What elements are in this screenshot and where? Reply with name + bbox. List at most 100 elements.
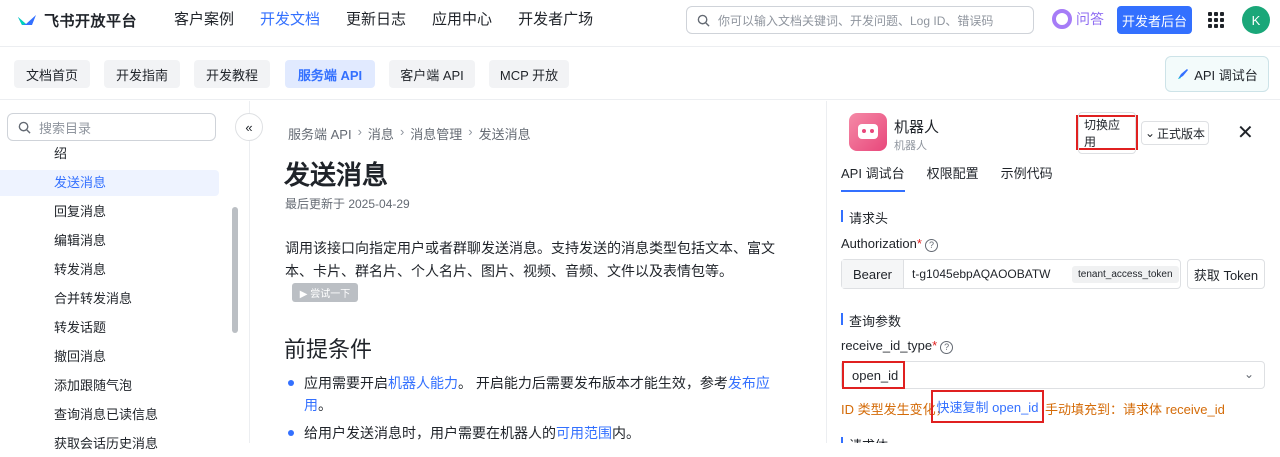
- collapse-sidebar-button[interactable]: «: [235, 113, 263, 141]
- text: 应用需要开启: [304, 375, 388, 391]
- developer-console-button[interactable]: 开发者后台: [1117, 6, 1192, 34]
- apps-grid-icon[interactable]: [1208, 12, 1224, 28]
- receive-id-type-value: open_id: [842, 361, 905, 389]
- sidebar-item[interactable]: 回复消息: [0, 199, 219, 225]
- sidebar-item[interactable]: 绍: [0, 141, 219, 167]
- close-icon[interactable]: ✕: [1237, 120, 1254, 145]
- user-avatar[interactable]: K: [1242, 6, 1270, 34]
- rocket-icon: [1178, 69, 1189, 79]
- bot-capability-link[interactable]: 机器人能力: [388, 375, 458, 391]
- app-subtitle: 机器人: [894, 140, 927, 152]
- nav-docs[interactable]: 开发文档: [260, 0, 320, 40]
- api-console-label: API 调试台: [1194, 67, 1258, 83]
- api-console-button[interactable]: API 调试台: [1165, 56, 1269, 92]
- last-updated: 最后更新于 2025-04-29: [285, 197, 410, 211]
- qa-button[interactable]: 问答: [1052, 9, 1104, 29]
- authorization-label: Authorization*?: [841, 236, 938, 252]
- doc-content: 服务端 API › 消息 › 消息管理 › 发送消息 发送消息 最后更新于 20…: [250, 101, 826, 443]
- feishu-logo-icon: [18, 15, 36, 25]
- prerequisites-heading: 前提条件: [284, 337, 373, 362]
- token-type-badge[interactable]: tenant_access_token: [1072, 265, 1179, 283]
- text: 内。: [612, 425, 640, 441]
- nav-developer-square[interactable]: 开发者广场: [518, 0, 593, 40]
- chevron-right-icon: ›: [357, 124, 362, 139]
- authorization-field[interactable]: Bearer t-g1045ebpAQAOOBATW tenant_access…: [841, 259, 1181, 289]
- chevron-down-icon: ⌄: [1243, 367, 1254, 381]
- text: 。: [318, 397, 332, 413]
- qa-icon: [1052, 9, 1072, 29]
- help-icon[interactable]: ?: [940, 341, 954, 354]
- sidebar-scrollbar[interactable]: [232, 207, 238, 333]
- availability-link[interactable]: 可用范围: [556, 425, 612, 441]
- page-title: 发送消息: [284, 160, 389, 190]
- sidebar-item[interactable]: 获取会话历史消息: [0, 431, 219, 457]
- request-header-section: 请求头: [841, 208, 888, 227]
- sidebar-item[interactable]: 添加跟随气泡: [0, 373, 219, 399]
- tab-api-console[interactable]: API 调试台: [841, 163, 905, 192]
- nav-cases[interactable]: 客户案例: [174, 0, 234, 40]
- sidebar-item[interactable]: 撤回消息: [0, 344, 219, 370]
- top-navbar: 飞书开放平台 客户案例 开发文档 更新日志 应用中心 开发者广场 你可以输入文档…: [0, 0, 1280, 40]
- try-it-button[interactable]: ▶ 尝试一下: [292, 283, 358, 302]
- breadcrumb-item[interactable]: 消息: [368, 124, 394, 143]
- tab-sample-code[interactable]: 示例代码: [1001, 163, 1053, 192]
- chevron-down-icon: ⌄: [1144, 126, 1156, 140]
- qa-label: 问答: [1076, 11, 1104, 27]
- token-value[interactable]: t-g1045ebpAQAOOBATW: [912, 267, 1062, 281]
- receive-id-type-select[interactable]: open_id ⌄: [841, 361, 1265, 389]
- sidebar-item[interactable]: 查询消息已读信息: [0, 402, 219, 428]
- panel-tabs: API 调试台 权限配置 示例代码: [841, 163, 1075, 192]
- breadcrumb-item[interactable]: 服务端 API: [288, 124, 352, 143]
- label-text: Authorization: [841, 236, 917, 251]
- tab-mcp[interactable]: MCP 开放: [489, 60, 569, 88]
- nav-app-center[interactable]: 应用中心: [432, 0, 492, 40]
- copy-open-id-link[interactable]: 快速复制 open_id: [931, 390, 1044, 423]
- logo[interactable]: 飞书开放平台: [16, 10, 166, 31]
- double-chevron-left-icon: «: [245, 119, 253, 135]
- sidebar-search-input[interactable]: 搜索目录: [7, 113, 216, 141]
- tab-dev-tutorial[interactable]: 开发教程: [194, 60, 270, 88]
- chevron-right-icon: ›: [399, 124, 405, 139]
- logo-text: 飞书开放平台: [44, 12, 138, 30]
- sidebar-search-placeholder: 搜索目录: [39, 120, 92, 136]
- global-search-input[interactable]: 你可以输入文档关键词、开发问题、Log ID、错误码: [686, 6, 1034, 34]
- receive-id-type-label: receive_id_type*?: [841, 338, 954, 354]
- switch-app-label: 切换应用: [1078, 111, 1136, 154]
- chevron-right-icon: ›: [468, 124, 473, 139]
- list-item: 给用户发送消息时，用户需要在机器人的可用范围内。: [286, 422, 796, 444]
- sidebar-item[interactable]: 转发话题: [0, 315, 219, 341]
- prerequisites-list: 应用需要开启机器人能力。 开启能力后需要发布版本才能生效，参考发布应用。 给用户…: [286, 372, 796, 450]
- text: 。 开启能力后需要发布版本才能生效，参考: [458, 375, 728, 391]
- doc-sidebar: 搜索目录 绍 发送消息 回复消息 编辑消息 转发消息 合并转发消息 转发话题 撤…: [0, 101, 250, 451]
- switch-app-button[interactable]: 切换应用: [1076, 111, 1138, 154]
- main-nav: 客户案例 开发文档 更新日志 应用中心 开发者广场: [174, 0, 619, 40]
- search-icon: [697, 14, 710, 27]
- tab-dev-guide[interactable]: 开发指南: [104, 60, 180, 88]
- tab-server-api[interactable]: 服务端 API: [285, 60, 375, 88]
- get-token-button[interactable]: 获取 Token: [1187, 259, 1265, 289]
- query-params-section: 查询参数: [841, 311, 901, 330]
- text: 给用户发送消息时，用户需要在机器人的: [304, 425, 556, 441]
- fill-hint: 手动填充到：请求体 receive_id: [1045, 402, 1225, 417]
- sidebar-item[interactable]: 编辑消息: [0, 228, 219, 254]
- request-body-section: 请求体: [841, 435, 888, 443]
- breadcrumb-item[interactable]: 消息管理: [410, 124, 462, 143]
- help-icon[interactable]: ?: [924, 239, 938, 252]
- sidebar-item[interactable]: 合并转发消息: [0, 286, 219, 312]
- sidebar-item[interactable]: 转发消息: [0, 257, 219, 283]
- list-item: 应用需要开启机器人能力。 开启能力后需要发布版本才能生效，参考发布应用。: [286, 372, 796, 416]
- nav-changelog[interactable]: 更新日志: [346, 0, 406, 40]
- sidebar-item-send-message[interactable]: 发送消息: [0, 170, 219, 196]
- breadcrumb: 服务端 API › 消息 › 消息管理 › 发送消息: [288, 124, 531, 143]
- version-select[interactable]: ⌄ 正式版本: [1141, 121, 1209, 145]
- bot-avatar-icon: [849, 113, 887, 151]
- search-icon: [18, 121, 31, 134]
- tab-permissions[interactable]: 权限配置: [927, 163, 979, 192]
- app-name: 机器人: [894, 119, 940, 136]
- doc-category-bar: 文档首页 开发指南 开发教程 服务端 API 客户端 API MCP 开放 AP…: [0, 46, 1280, 100]
- breadcrumb-item[interactable]: 发送消息: [479, 124, 531, 143]
- tab-client-api[interactable]: 客户端 API: [389, 60, 475, 88]
- tab-doc-home[interactable]: 文档首页: [14, 60, 90, 88]
- intro-paragraph: 调用该接口向指定用户或者群聊发送消息。支持发送的消息类型包括文本、富文本、卡片、…: [285, 240, 775, 279]
- version-label: 正式版本: [1157, 126, 1206, 141]
